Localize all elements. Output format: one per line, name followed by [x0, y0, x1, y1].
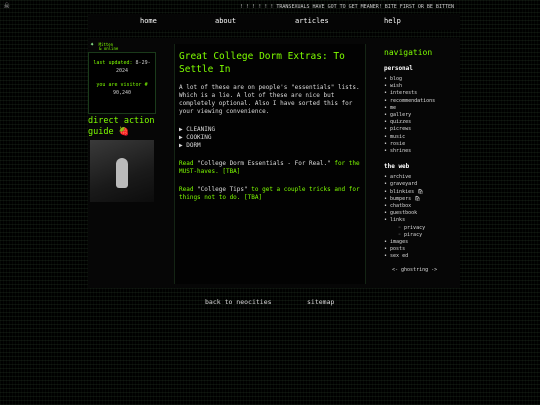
sidebar-item[interactable]: links — [384, 217, 460, 224]
nav-help[interactable]: help — [384, 17, 401, 25]
sidebar-item[interactable]: chatbox — [384, 203, 460, 210]
back-to-neocities-link[interactable]: back to neocities — [205, 298, 272, 306]
sidebar-item[interactable]: posts — [384, 246, 460, 253]
last-updated-label: last updated: — [93, 60, 133, 66]
personal-list: blogwishinterestsrecommendationsmegaller… — [384, 76, 460, 155]
section-list: ▶ CLEANING ▶ COOKING ▶ DORM — [179, 126, 365, 150]
sidebar-heading: navigation — [384, 48, 433, 57]
sidebar-item[interactable]: blinkies 🛍 — [384, 189, 460, 196]
direct-action-link[interactable]: direct action guide 🍓 — [88, 116, 156, 138]
sidebar-item[interactable]: interests — [384, 90, 460, 97]
web-heading: the web — [384, 163, 410, 171]
section-dorm[interactable]: ▶ DORM — [179, 142, 365, 150]
footer: back to neocities sitemap — [0, 298, 540, 310]
sidebar-item[interactable]: piracy — [384, 232, 460, 239]
sidebar-item[interactable]: archive — [384, 174, 460, 181]
sidebar-item[interactable]: blog — [384, 76, 460, 83]
sidebar-item[interactable]: bumpers 🛍 — [384, 196, 460, 203]
section-cooking[interactable]: ▶ COOKING — [179, 134, 365, 142]
page-wrapper: ✦ Mitten & online last updated: 8-29-202… — [88, 38, 460, 288]
section-cleaning[interactable]: ▶ CLEANING — [179, 126, 365, 134]
sidebar-item[interactable]: music — [384, 134, 460, 141]
visitor-label: you are visitor # — [96, 82, 148, 88]
badge-line-2: & online — [99, 46, 119, 51]
intro-paragraph: A lot of these are on people's "essentia… — [179, 84, 360, 115]
read-tips: Read "College Tips" to get a couple tric… — [179, 186, 365, 202]
nav-bar: home about articles help — [88, 14, 460, 30]
right-sidebar: navigation personal blogwishinterestsrec… — [384, 48, 460, 273]
sidebar-item[interactable]: images — [384, 239, 460, 246]
read-essentials: Read "College Dorm Essentials - For Real… — [179, 160, 365, 176]
sidebar-item[interactable]: privacy — [384, 225, 460, 232]
nav-articles[interactable]: articles — [295, 17, 329, 25]
stats-box: last updated: 8-29-2024 you are visitor … — [88, 52, 156, 114]
sidebar-item[interactable]: sex ed — [384, 253, 460, 260]
sitemap-link[interactable]: sitemap — [307, 298, 334, 306]
photo-figure — [116, 158, 128, 188]
web-list: archivegraveyardblinkies 🛍bumpers 🛍chatb… — [384, 174, 460, 260]
visitor-count: 90,240 — [112, 90, 132, 96]
sidebar-item[interactable]: gallery — [384, 112, 460, 119]
sparkle-icon: ✦ — [90, 40, 95, 48]
skull-logo-icon: ☠ — [4, 1, 10, 11]
sidebar-item[interactable]: recommendations — [384, 98, 460, 105]
strawberry-icon: 🍓 — [118, 127, 130, 137]
essentials-link[interactable]: "College Dorm Essentials - For Real." — [197, 160, 331, 167]
marquee-text: ! ! ! ! ! ! TRANSEXUALS HAVE GOT TO GET … — [240, 4, 454, 10]
page-title: Great College Dorm Extras: To Settle In — [179, 51, 345, 75]
top-bar: ☠ ! ! ! ! ! ! TRANSEXUALS HAVE GOT TO GE… — [0, 0, 540, 14]
photo-image — [90, 140, 154, 202]
status-badge[interactable]: ✦ Mitten & online — [90, 40, 119, 51]
sidebar-item[interactable]: rosie — [384, 141, 460, 148]
sidebar-item[interactable]: graveyard — [384, 181, 460, 188]
sidebar-item[interactable]: picrews — [384, 126, 460, 133]
visitor-counter: you are visitor # 90,240 — [89, 81, 155, 97]
main-content: Great College Dorm Extras: To Settle In … — [174, 44, 366, 284]
sidebar-item[interactable]: shrines — [384, 148, 460, 155]
personal-heading: personal — [384, 65, 413, 72]
read-prefix: Read — [179, 186, 198, 193]
sidebar-item[interactable]: me — [384, 105, 460, 112]
sidebar-item[interactable]: quizzes — [384, 119, 460, 126]
nav-home[interactable]: home — [140, 17, 157, 25]
read-prefix: Read — [179, 160, 198, 167]
nav-about[interactable]: about — [215, 17, 236, 25]
last-updated: last updated: 8-29-2024 — [89, 59, 155, 75]
sidebar-item[interactable]: guestbook — [384, 210, 460, 217]
webring-link[interactable]: <- ghostring -> — [384, 267, 460, 273]
sidebar-item[interactable]: wish — [384, 83, 460, 90]
tips-link[interactable]: "College Tips" — [197, 186, 248, 193]
